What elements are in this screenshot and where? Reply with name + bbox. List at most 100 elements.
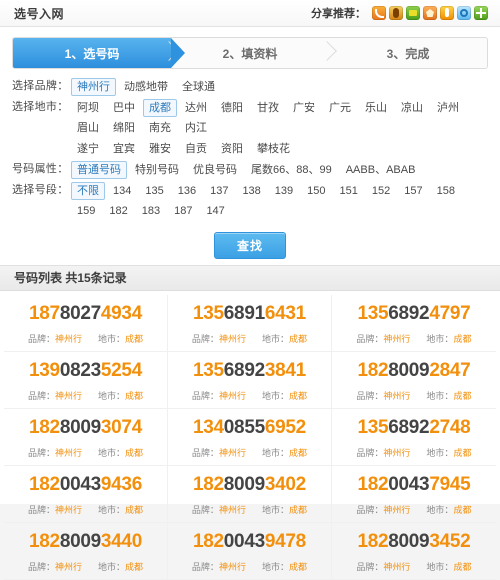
qq-share-icon[interactable] <box>457 6 471 20</box>
filter-option-number-segment[interactable]: 159 <box>71 202 101 220</box>
filter-option-city[interactable]: 宜宾 <box>107 140 141 158</box>
step-label: 3、完成 <box>386 46 430 61</box>
number-card[interactable]: 13408556952 品牌：神州行 地市：成都 <box>167 409 332 466</box>
filter-row-number-attribute: 号码属性： 普通号码 特别号码 优良号码 尾数66、88、99 AABB、ABAB <box>12 160 488 180</box>
filter-option-city-selected[interactable]: 成都 <box>143 99 177 117</box>
filter-option-number-segment-selected[interactable]: 不限 <box>71 182 105 200</box>
card-brand-label: 品牌： <box>191 562 219 572</box>
filter-option-number-attribute-selected[interactable]: 普通号码 <box>71 161 127 179</box>
filter-option-number-segment[interactable]: 135 <box>139 182 169 200</box>
filter-option-brand[interactable]: 动感地带 <box>118 78 174 96</box>
filter-option-city[interactable]: 乐山 <box>359 99 393 117</box>
filter-option-number-segment[interactable]: 157 <box>398 182 428 200</box>
phone-number-middle: 8027 <box>59 303 101 324</box>
number-card[interactable]: 18780274934 品牌：神州行 地市：成都 <box>4 295 168 352</box>
filter-option-city[interactable]: 内江 <box>179 119 213 137</box>
phone-number-middle: 0043 <box>59 474 101 495</box>
filter-option-number-segment[interactable]: 138 <box>236 182 266 200</box>
filter-option-number-segment[interactable]: 134 <box>107 182 137 200</box>
filter-option-number-attribute[interactable]: AABB、ABAB <box>340 161 422 179</box>
card-city-value: 成都 <box>453 334 472 344</box>
filter-option-city[interactable]: 资阳 <box>215 140 249 158</box>
number-card[interactable]: 13568922748 品牌：神州行 地市：成都 <box>331 409 496 466</box>
filter-option-number-segment[interactable]: 151 <box>334 182 364 200</box>
number-card[interactable]: 18200439478 品牌：神州行 地市：成都 <box>167 523 332 580</box>
filter-option-number-segment[interactable]: 182 <box>103 202 133 220</box>
baidu-share-icon[interactable] <box>423 6 437 20</box>
phone-number-prefix: 187 <box>29 303 60 324</box>
number-card[interactable]: 18280093452 品牌：神州行 地市：成都 <box>331 523 496 580</box>
filter-option-city[interactable]: 巴中 <box>107 99 141 117</box>
filter-option-number-segment[interactable]: 150 <box>301 182 331 200</box>
phone-number-middle: 8009 <box>59 417 101 438</box>
filter-option-city[interactable]: 德阳 <box>215 99 249 117</box>
more-share-icon[interactable] <box>474 6 488 20</box>
filter-option-number-segment[interactable]: 147 <box>200 202 230 220</box>
filter-option-number-segment[interactable]: 137 <box>204 182 234 200</box>
filter-option-city[interactable]: 遂宁 <box>71 140 105 158</box>
page-root: 选号入网 分享推荐： 1、选号码 2、填资料 3、完成 选择品牌： 神州行 动感地带 全球… <box>0 0 500 580</box>
number-card[interactable]: 18280093440 品牌：神州行 地市：成都 <box>4 523 168 580</box>
filter-option-city[interactable]: 绵阳 <box>107 119 141 137</box>
card-city-value: 成都 <box>125 505 144 515</box>
phone-number-prefix: 182 <box>29 474 60 495</box>
phone-number-prefix: 135 <box>357 303 389 324</box>
filter-row-city: 选择地市： 阿坝 巴中 成都 达州 德阳 甘孜 广安 广元 乐山 凉山 泸州 眉山 绵阳 南充 内江 <box>12 98 488 138</box>
step-1[interactable]: 1、选号码 <box>13 38 185 68</box>
card-brand-value: 神州行 <box>54 334 82 344</box>
filter-option-brand[interactable]: 全球通 <box>176 78 221 96</box>
number-card[interactable]: 13568924797 品牌：神州行 地市：成都 <box>331 295 496 352</box>
qzone-share-icon[interactable] <box>440 6 454 20</box>
card-city-value: 成都 <box>453 562 472 572</box>
number-card[interactable]: 13908235254 品牌：神州行 地市：成都 <box>4 352 168 409</box>
filter-option-city[interactable]: 阿坝 <box>71 99 105 117</box>
filter-option-city[interactable]: 南充 <box>143 119 177 137</box>
filter-option-number-attribute[interactable]: 特别号码 <box>129 161 185 179</box>
filter-option-number-attribute[interactable]: 优良号码 <box>187 161 243 179</box>
filter-options-city: 阿坝 巴中 成都 达州 德阳 甘孜 广安 广元 乐山 凉山 泸州眉山 绵阳 南充 内江 <box>70 98 488 138</box>
phone-number-suffix: 6431 <box>264 303 306 324</box>
filter-option-number-segment[interactable]: 152 <box>366 182 396 200</box>
card-brand-label: 品牌： <box>191 448 219 458</box>
number-card[interactable]: 18280093402 品牌：神州行 地市：成都 <box>167 466 332 523</box>
search-button[interactable]: 查找 <box>213 232 286 259</box>
card-meta: 品牌：神州行 地市：成都 <box>174 332 325 345</box>
step-3[interactable]: 3、完成 <box>329 38 487 68</box>
filter-option-city[interactable]: 广元 <box>323 99 357 117</box>
number-card[interactable]: 18280093074 品牌：神州行 地市：成都 <box>4 409 168 466</box>
card-city: 地市：成都 <box>426 389 471 402</box>
filter-option-number-segment[interactable]: 187 <box>168 202 198 220</box>
filter-option-city[interactable]: 眉山 <box>71 119 105 137</box>
phone-number-prefix: 182 <box>357 360 389 381</box>
filter-option-brand-selected[interactable]: 神州行 <box>71 78 116 96</box>
number-card[interactable]: 18280092847 品牌：神州行 地市：成都 <box>331 352 496 409</box>
phone-number-suffix: 3074 <box>100 417 142 438</box>
card-brand-value: 神州行 <box>54 562 82 572</box>
card-brand-label: 品牌： <box>27 334 55 344</box>
step-2[interactable]: 2、填资料 <box>171 38 329 68</box>
filter-option-city[interactable]: 泸州 <box>431 99 465 117</box>
filter-option-number-attribute[interactable]: 尾数66、88、99 <box>245 161 338 179</box>
card-meta: 品牌：神州行 地市：成都 <box>10 332 161 345</box>
msn-share-icon[interactable] <box>406 6 420 20</box>
filter-option-number-segment[interactable]: 158 <box>431 182 461 200</box>
filter-option-number-segment[interactable]: 139 <box>269 182 299 200</box>
number-card[interactable]: 13568923841 品牌：神州行 地市：成都 <box>167 352 332 409</box>
filter-option-city[interactable]: 甘孜 <box>251 99 285 117</box>
tencent-weibo-share-icon[interactable] <box>389 6 403 20</box>
number-card[interactable]: 18200439436 品牌：神州行 地市：成都 <box>4 466 168 523</box>
filter-option-city[interactable]: 雅安 <box>143 140 177 158</box>
filter-option-city[interactable]: 达州 <box>179 99 213 117</box>
number-card[interactable]: 13568916431 品牌：神州行 地市：成都 <box>167 295 332 352</box>
filter-option-city[interactable]: 广安 <box>287 99 321 117</box>
number-card[interactable]: 18200437945 品牌：神州行 地市：成都 <box>331 466 496 523</box>
rss-share-icon[interactable] <box>372 6 386 20</box>
filter-option-number-segment[interactable]: 136 <box>172 182 202 200</box>
phone-number: 18200437945 <box>338 474 490 496</box>
filter-option-city[interactable]: 自贡 <box>179 140 213 158</box>
filter-option-city[interactable]: 攀枝花 <box>251 140 296 158</box>
filter-options-brand: 神州行 动感地带 全球通 <box>70 77 488 97</box>
filter-option-city[interactable]: 凉山 <box>395 99 429 117</box>
phone-number: 18280092847 <box>338 360 490 382</box>
filter-option-number-segment[interactable]: 183 <box>136 202 166 220</box>
